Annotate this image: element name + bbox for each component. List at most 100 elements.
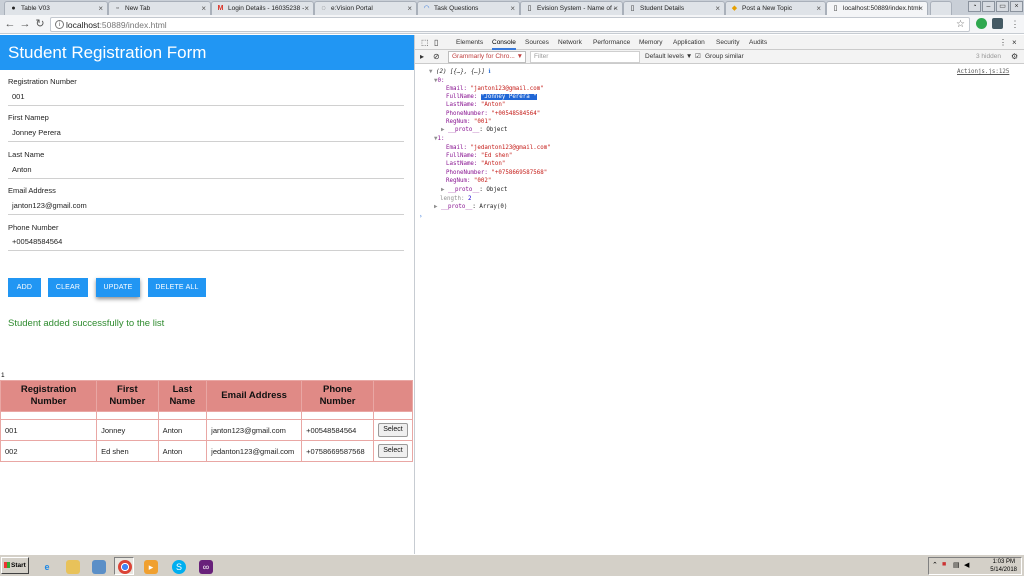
console-filter-input[interactable]: Filter: [530, 51, 640, 63]
taskbar-media[interactable]: ▸: [140, 557, 160, 575]
restore-button[interactable]: ▭: [996, 1, 1009, 12]
network-icon[interactable]: ▤: [953, 561, 960, 569]
taskbar-app[interactable]: [88, 557, 108, 575]
browser-tab-localhost[interactable]: ▯ localhost:50889/index.html ×: [826, 1, 928, 15]
info-icon[interactable]: i: [55, 20, 64, 29]
reload-icon[interactable]: ↻: [33, 17, 47, 31]
taskbar-visual-studio[interactable]: ∞: [195, 557, 215, 575]
close-icon[interactable]: ×: [613, 2, 618, 15]
execution-context-select[interactable]: Grammarly for Chro... ▼: [448, 51, 526, 63]
browser-tab-student-details[interactable]: ▯ Student Details ×: [623, 1, 725, 15]
first-name-input[interactable]: Jonney Perera: [12, 128, 61, 137]
forward-arrow-icon[interactable]: →: [18, 17, 32, 31]
log-item-0[interactable]: ▼0:: [434, 77, 444, 85]
log-levels-dropdown[interactable]: Default levels ▼: [645, 50, 692, 64]
devtools-tab-network[interactable]: Network: [558, 35, 582, 50]
column-header-action: [372, 380, 414, 412]
browser-tab-evision-system[interactable]: ▯ Evision System - Name of - ×: [520, 1, 623, 15]
clear-console-icon[interactable]: ⊘: [433, 50, 440, 64]
gmail-icon: M: [217, 5, 224, 12]
start-button[interactable]: Start: [1, 557, 29, 574]
console-settings-gear-icon[interactable]: ⚙: [1011, 50, 1018, 64]
browser-tab-login-details[interactable]: M Login Details - 16035238 - ×: [211, 1, 314, 15]
browser-tab-evision-portal[interactable]: ◌ e:Vision Portal ×: [314, 1, 417, 15]
tab-title: New Tab: [125, 5, 151, 12]
taskbar-chrome[interactable]: [114, 557, 134, 575]
stray-text: 1: [1, 372, 5, 379]
devtools-tab-bar: ⬚ ▯ Elements Console Sources Network Per…: [415, 35, 1024, 50]
new-tab-button[interactable]: [930, 1, 952, 15]
source-file-link[interactable]: Actionjs.js:125: [957, 68, 1009, 76]
email-address-input[interactable]: janton123@gmail.com: [12, 201, 87, 210]
minimize-button[interactable]: –: [982, 1, 995, 12]
taskbar-skype[interactable]: S: [168, 557, 188, 575]
browser-tab-task-questions[interactable]: ◠ Task Questions ×: [417, 1, 520, 15]
close-icon[interactable]: ×: [918, 2, 923, 15]
log-property: PhoneNumber: "+0758669587568": [446, 170, 548, 176]
add-button[interactable]: ADD: [8, 278, 41, 297]
phone-number-input[interactable]: +00548584564: [12, 237, 62, 246]
back-arrow-icon[interactable]: ←: [3, 17, 17, 31]
close-icon[interactable]: ×: [407, 2, 412, 15]
browser-tab-new-tab[interactable]: ▫ New Tab ×: [108, 1, 211, 15]
extension-icon[interactable]: [992, 18, 1003, 29]
close-icon[interactable]: ×: [816, 2, 821, 15]
devtools-tab-security[interactable]: Security: [716, 35, 739, 50]
browser-tab-table-v03[interactable]: ● Table V03 ×: [4, 1, 108, 15]
devtools-tab-sources[interactable]: Sources: [525, 35, 549, 50]
students-table: Registration Number First Number Last Name …: [0, 380, 414, 462]
bookmark-star-icon[interactable]: ☆: [956, 18, 965, 31]
select-button[interactable]: Select: [377, 444, 408, 458]
log-property: LastName: "Anton": [446, 102, 506, 108]
close-icon[interactable]: ×: [98, 2, 103, 15]
update-button[interactable]: UPDATE: [96, 278, 140, 297]
taskbar-ie[interactable]: e: [36, 557, 56, 575]
close-icon[interactable]: ×: [510, 2, 515, 15]
devtools-tab-memory[interactable]: Memory: [639, 35, 662, 50]
devtools-close-icon[interactable]: ×: [1012, 35, 1017, 50]
address-bar[interactable]: i localhost:50889/index.html ☆: [50, 17, 970, 32]
menu-kebab-icon[interactable]: ⋮: [1008, 17, 1022, 31]
log-proto[interactable]: ▶ __proto__: Object: [441, 186, 507, 194]
window-close-button[interactable]: ×: [1010, 1, 1023, 12]
log-proto[interactable]: ▶ __proto__: Object: [441, 126, 507, 134]
devtools-tab-console[interactable]: Console: [492, 35, 516, 50]
devtools-menu-kebab-icon[interactable]: ⋮: [999, 35, 1007, 50]
devtools-tab-application[interactable]: Application: [673, 35, 705, 50]
tray-expand-icon[interactable]: ⌃: [932, 561, 938, 569]
input-underline: [8, 105, 404, 106]
delete-all-button[interactable]: DELETE ALL: [148, 278, 206, 297]
clock-date[interactable]: 5/14/2018: [990, 567, 1017, 573]
device-toolbar-icon[interactable]: ▯: [434, 35, 438, 50]
log-item-1[interactable]: ▼1:: [434, 135, 444, 143]
browser-tab-post-new-topic[interactable]: ◆ Post a New Topic ×: [725, 1, 826, 15]
internet-explorer-icon: e: [44, 562, 50, 572]
last-name-input[interactable]: Anton: [12, 165, 32, 174]
skype-icon: S: [172, 560, 186, 574]
log-array-proto[interactable]: ▶ __proto__: Array(0): [434, 203, 507, 211]
close-icon[interactable]: ×: [304, 2, 309, 15]
close-icon[interactable]: ×: [201, 2, 206, 15]
group-similar-checkbox[interactable]: ☑: [695, 50, 701, 64]
input-underline: [8, 141, 404, 142]
volume-icon[interactable]: ◀: [964, 561, 969, 569]
select-button[interactable]: Select: [377, 423, 408, 437]
taskbar-explorer[interactable]: [62, 557, 82, 575]
clock-time[interactable]: 1:03 PM: [993, 559, 1015, 565]
web-page: Student Registration Form Registration N…: [0, 35, 414, 554]
forum-icon: ◆: [731, 5, 738, 12]
devtools-tab-audits[interactable]: Audits: [749, 35, 767, 50]
profile-icon[interactable]: ◔: [968, 1, 981, 12]
inspect-element-icon[interactable]: ⬚: [421, 35, 429, 50]
devtools-tab-elements[interactable]: Elements: [456, 35, 483, 50]
system-tray: ⌃ ■ ▤ ◀ 1:03 PM 5/14/2018: [928, 557, 1022, 575]
tray-app-icon[interactable]: ■: [942, 561, 946, 568]
registration-number-input[interactable]: 001: [12, 92, 25, 101]
clear-button[interactable]: CLEAR: [48, 278, 88, 297]
log-array-summary[interactable]: ▼ (2) [{…}, {…}] ℹ: [429, 68, 491, 76]
console-prompt-icon[interactable]: ›: [419, 213, 423, 221]
grammarly-extension-icon[interactable]: [976, 18, 987, 29]
sidebar-toggle-icon[interactable]: ▸: [420, 50, 424, 64]
devtools-tab-performance[interactable]: Performance: [593, 35, 630, 50]
close-icon[interactable]: ×: [715, 2, 720, 15]
